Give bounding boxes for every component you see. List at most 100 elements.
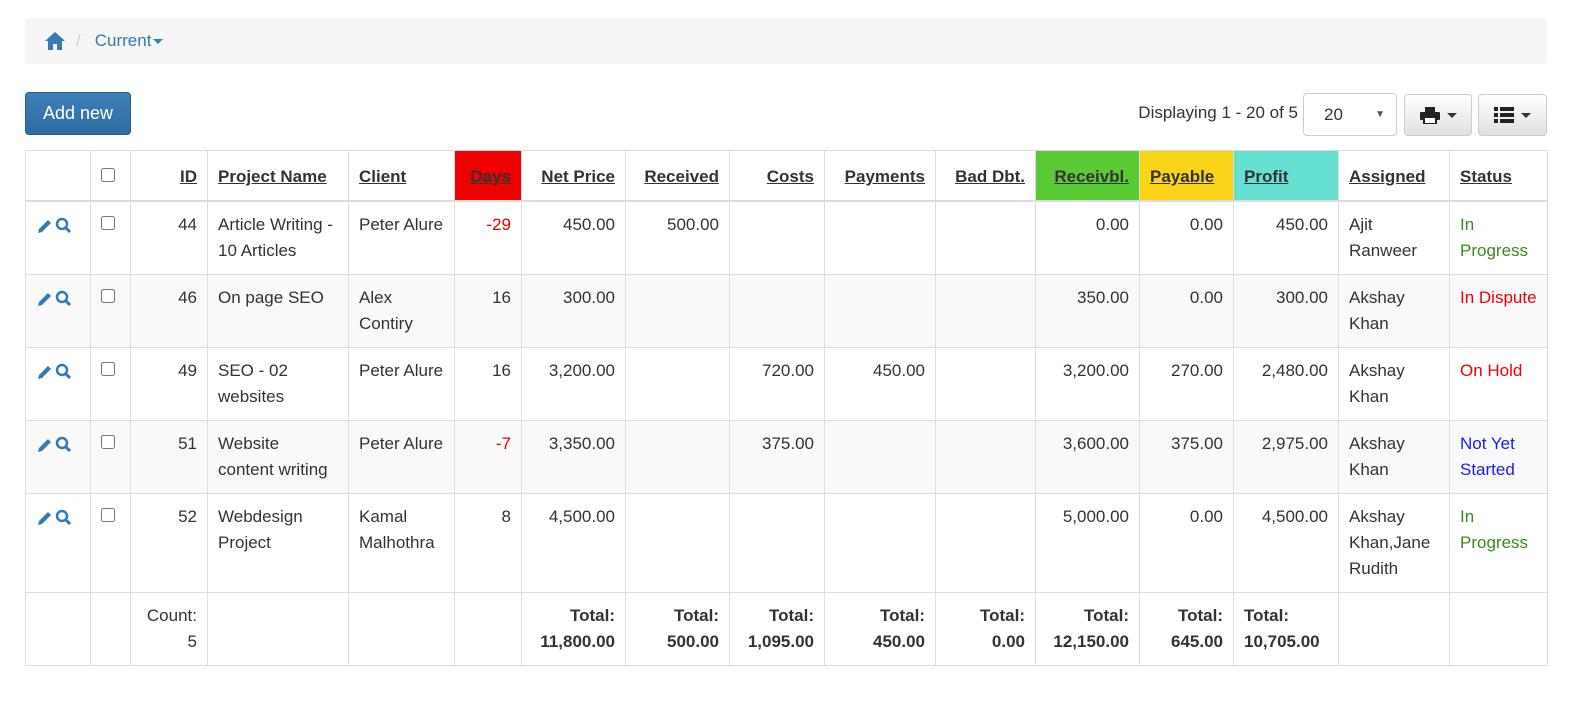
total-value: 0.00: [991, 632, 1025, 651]
days-cell: -29: [454, 200, 522, 275]
received-cell: 500.00: [625, 200, 730, 275]
col-days[interactable]: Days: [454, 150, 522, 202]
bad-debt-cell: [935, 347, 1036, 421]
displaying-count: Displaying 1 - 20 of 5: [1138, 103, 1298, 122]
days-cell: 16: [454, 274, 522, 348]
select-cell: [90, 347, 131, 421]
total-label: Total:: [979, 606, 1025, 625]
col-costs[interactable]: Costs: [729, 150, 825, 202]
net-price-cell: 450.00: [521, 200, 626, 275]
net-price-cell: 3,200.00: [521, 347, 626, 421]
receivable-cell: 350.00: [1035, 274, 1140, 348]
search-view-icon[interactable]: [54, 363, 74, 381]
bad-debt-cell: [935, 274, 1036, 348]
received-cell: [625, 493, 730, 593]
bad-debt-cell: [935, 493, 1036, 593]
col-profit[interactable]: Profit: [1233, 150, 1339, 202]
columns-button[interactable]: [1478, 94, 1547, 136]
costs-cell: [729, 493, 825, 593]
receivable-cell: 5,000.00: [1035, 493, 1140, 593]
breadcrumb-separator: /: [76, 31, 81, 50]
total-received: Total: 500.00: [625, 592, 730, 666]
home-icon[interactable]: [44, 31, 66, 51]
table-row: 51 Website content writing Peter Alure -7 3,…: [25, 420, 1548, 494]
actions-cell: [25, 493, 91, 593]
status-cell: In Dispute: [1449, 274, 1548, 348]
select-all-header: [90, 150, 131, 202]
id-cell: 49: [130, 347, 208, 421]
breadcrumb: / Current: [25, 18, 1547, 64]
print-button[interactable]: [1404, 94, 1472, 136]
profit-cell: 450.00: [1233, 200, 1339, 275]
total-bad-debt: Total: 0.00: [935, 592, 1036, 666]
current-label: Current: [94, 31, 152, 50]
edit-pencil-icon[interactable]: [36, 217, 54, 235]
costs-cell: [729, 200, 825, 275]
status-cell: On Hold: [1449, 347, 1548, 421]
edit-pencil-icon[interactable]: [36, 363, 54, 381]
project-name-cell: Website content writing: [207, 420, 349, 494]
total-label: Total:: [569, 606, 615, 625]
assigned-cell: Ajit Ranweer: [1338, 200, 1450, 275]
empty-cell: [1449, 592, 1548, 666]
id-cell: 51: [130, 420, 208, 494]
count-value: 5: [187, 632, 197, 651]
total-label: Total:: [768, 606, 814, 625]
empty-cell: [348, 592, 455, 666]
search-view-icon[interactable]: [54, 509, 74, 527]
col-project-name[interactable]: Project Name: [207, 150, 349, 202]
days-cell: 8: [454, 493, 522, 593]
add-new-button[interactable]: Add new: [25, 92, 131, 135]
edit-pencil-icon[interactable]: [36, 290, 54, 308]
search-view-icon[interactable]: [54, 217, 74, 235]
profit-cell: 2,480.00: [1233, 347, 1339, 421]
col-payable[interactable]: Payable: [1139, 150, 1234, 202]
total-label: Total:: [1177, 606, 1223, 625]
costs-cell: 375.00: [729, 420, 825, 494]
col-client[interactable]: Client: [348, 150, 455, 202]
col-net-price[interactable]: Net Price: [521, 150, 626, 202]
assigned-cell: Akshay Khan,Jane Rudith: [1338, 493, 1450, 593]
payable-cell: 270.00: [1139, 347, 1234, 421]
assigned-cell: Akshay Khan: [1338, 347, 1450, 421]
col-received[interactable]: Received: [625, 150, 730, 202]
col-payments[interactable]: Payments: [824, 150, 936, 202]
profit-cell: 300.00: [1233, 274, 1339, 348]
row-checkbox[interactable]: [101, 508, 115, 522]
id-cell: 52: [130, 493, 208, 593]
col-bad-debt[interactable]: Bad Dbt.: [935, 150, 1036, 202]
col-receivable[interactable]: Receivbl.: [1035, 150, 1140, 202]
current-dropdown[interactable]: Current: [95, 31, 164, 51]
row-checkbox[interactable]: [101, 216, 115, 230]
payments-cell: [824, 200, 936, 275]
edit-pencil-icon[interactable]: [36, 436, 54, 454]
payments-cell: [824, 274, 936, 348]
search-view-icon[interactable]: [54, 436, 74, 454]
row-checkbox[interactable]: [101, 435, 115, 449]
select-all-checkbox[interactable]: [101, 168, 115, 182]
table-row: 52 Webdesign Project Kamal Malhothra 8 4,500…: [25, 493, 1548, 593]
count-label: Count:: [146, 606, 197, 625]
row-checkbox[interactable]: [101, 362, 115, 376]
print-icon: [1419, 106, 1440, 124]
client-cell: Kamal Malhothra: [348, 493, 455, 593]
table-row: 44 Article Writing - 10 Articles Peter Alu…: [25, 200, 1548, 275]
select-cell: [90, 274, 131, 348]
page-size-value: 20: [1324, 104, 1343, 124]
col-status[interactable]: Status: [1449, 150, 1548, 202]
caret-down-icon: [1446, 112, 1457, 118]
search-view-icon[interactable]: [54, 290, 74, 308]
payments-cell: [824, 420, 936, 494]
total-label: Total:: [1244, 606, 1290, 625]
row-checkbox[interactable]: [101, 289, 115, 303]
page-size-select[interactable]: 20 ▼: [1303, 93, 1397, 136]
count-cell: Count: 5: [130, 592, 208, 666]
payable-cell: 0.00: [1139, 274, 1234, 348]
assigned-cell: Akshay Khan: [1338, 420, 1450, 494]
caret-down-icon: [153, 39, 164, 45]
total-payable: Total: 645.00: [1139, 592, 1234, 666]
col-id[interactable]: ID: [130, 150, 208, 202]
col-assigned[interactable]: Assigned: [1338, 150, 1450, 202]
edit-pencil-icon[interactable]: [36, 509, 54, 527]
client-cell: Peter Alure: [348, 420, 455, 494]
